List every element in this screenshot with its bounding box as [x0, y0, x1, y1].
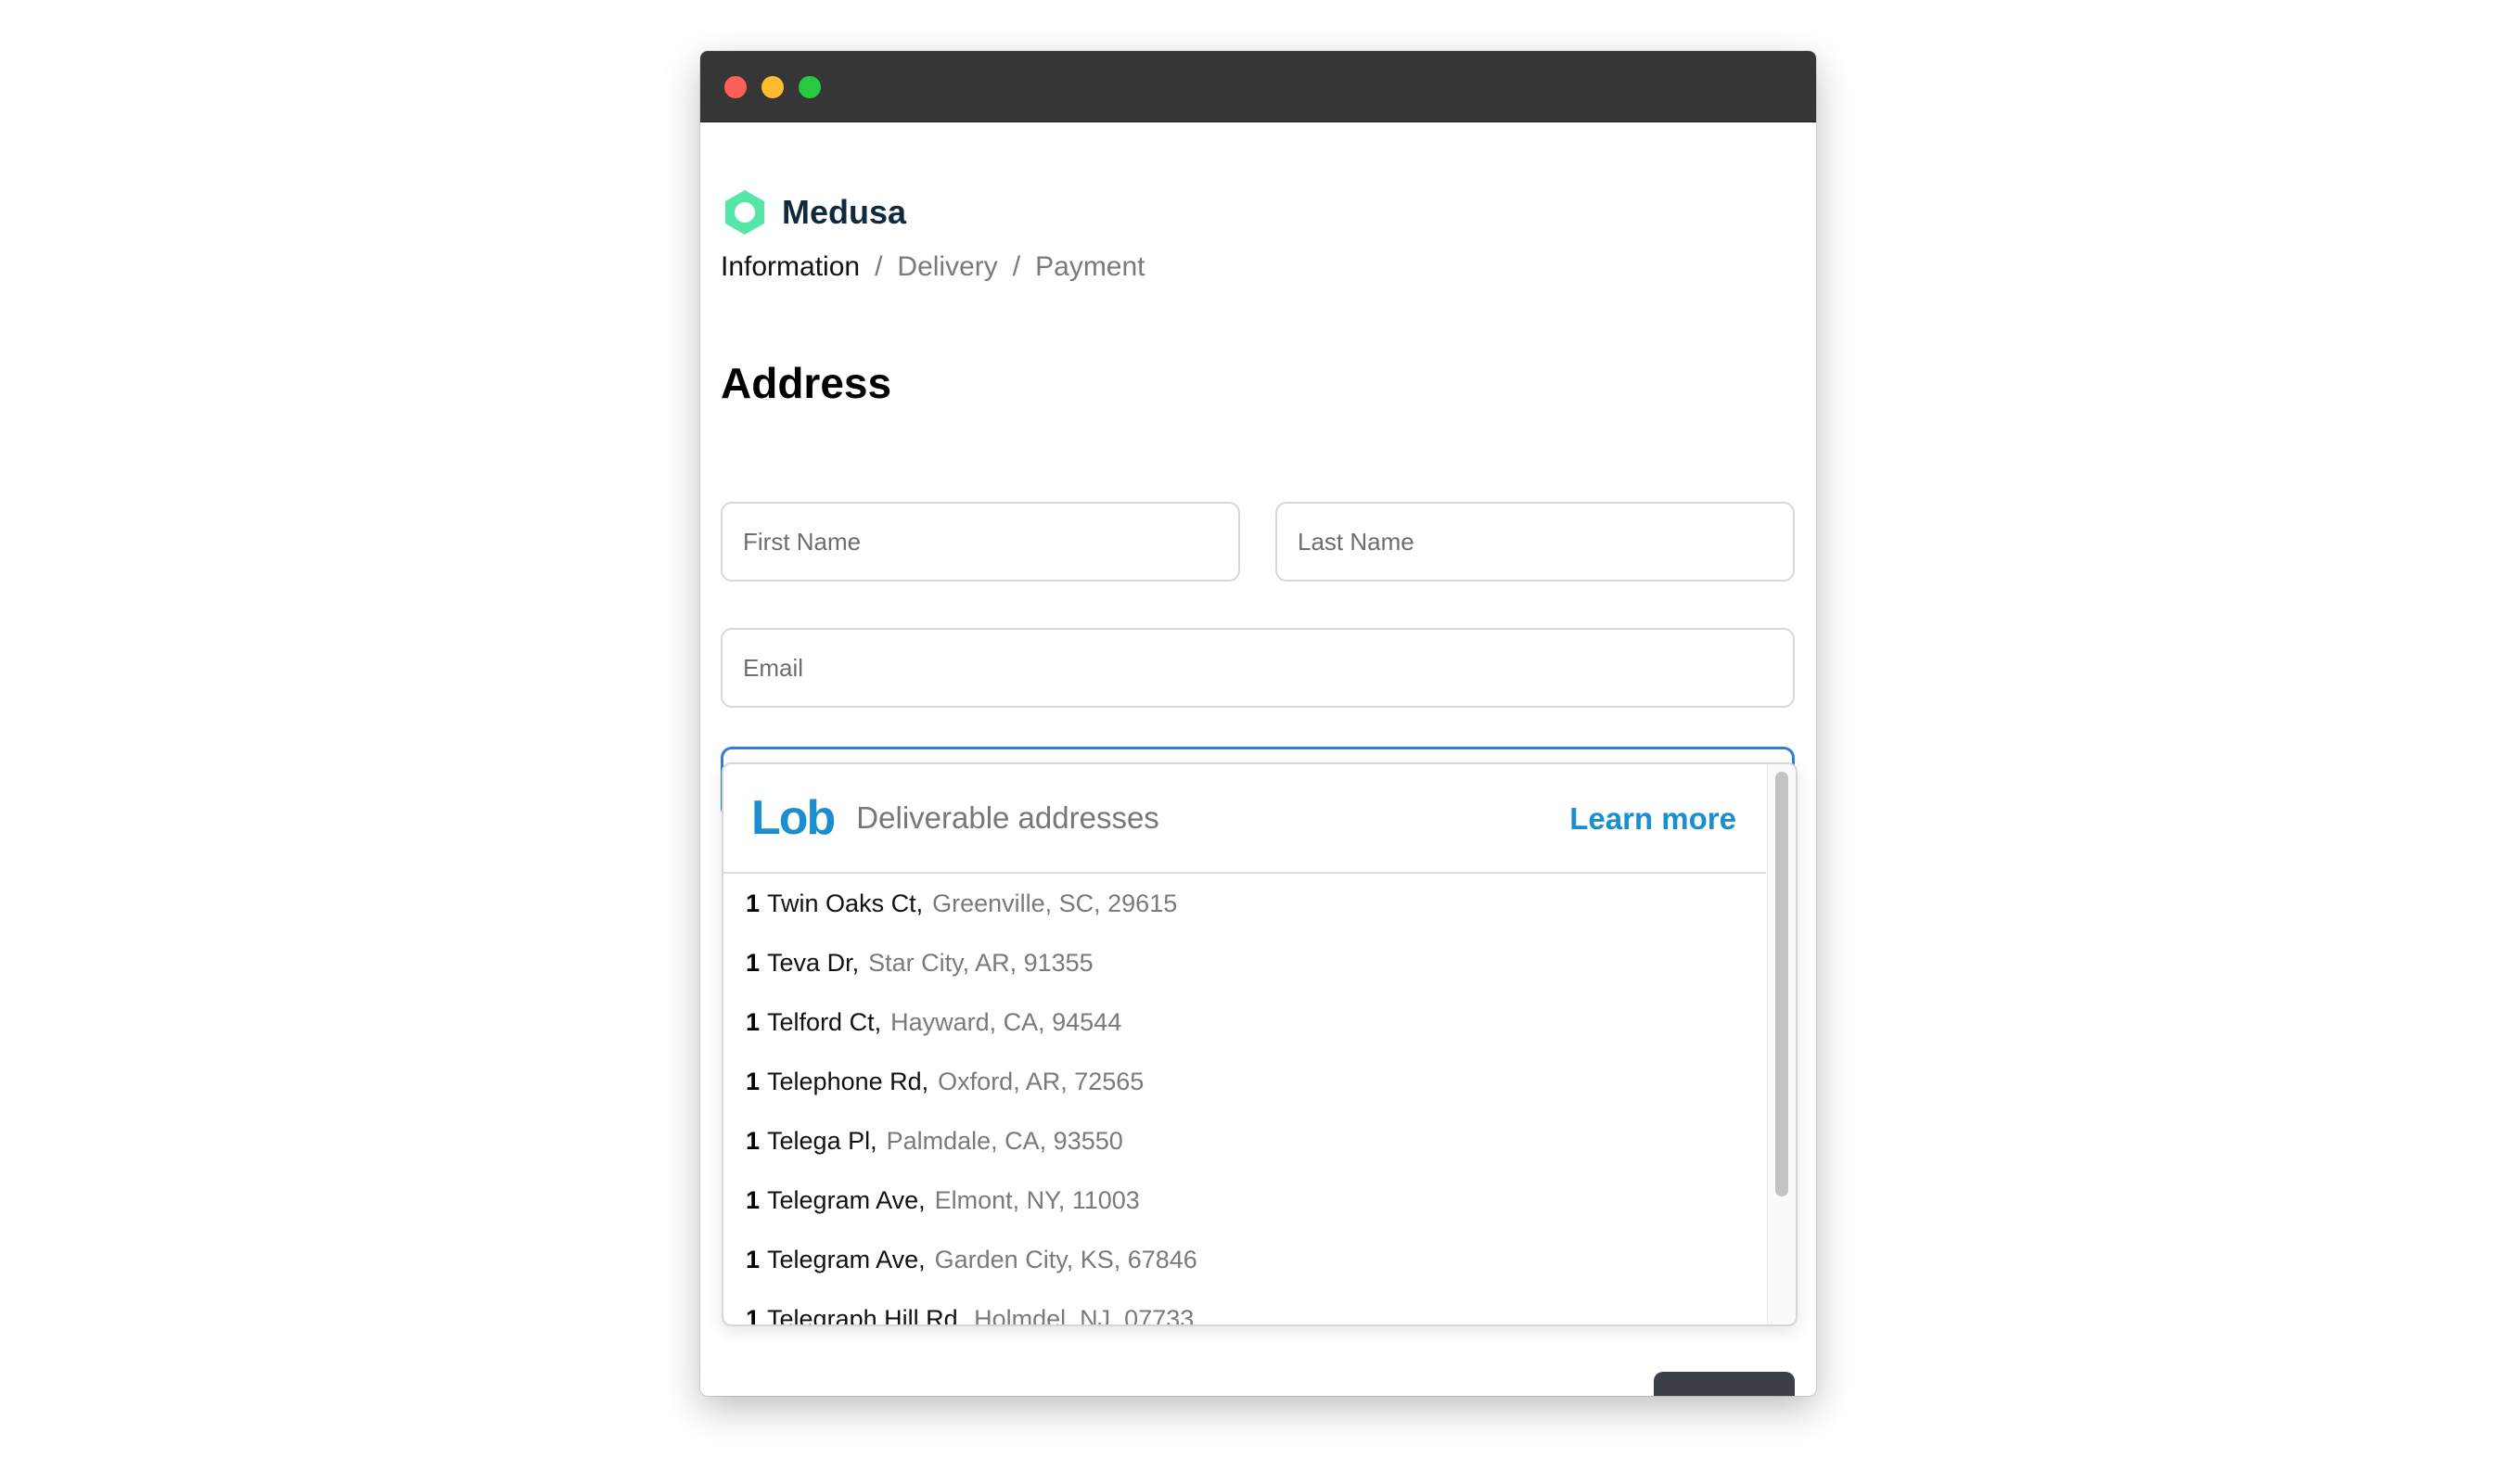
suggestion-street: Telegraph Hill Rd,: [767, 1304, 966, 1326]
last-name-field[interactable]: Last Name: [1275, 502, 1795, 582]
breadcrumb-separator: /: [1012, 251, 1021, 282]
suggestion-number: 1: [746, 1304, 761, 1326]
suggestion-location: Star City, AR, 91355: [868, 948, 1094, 977]
dropdown-header: Lob Deliverable addresses Learn more: [723, 764, 1766, 874]
suggestion-street: Telephone Rd,: [767, 1067, 929, 1095]
suggestion-street: Telegram Ave,: [767, 1185, 926, 1214]
suggestion-number: 1: [746, 889, 761, 917]
suggestion-item[interactable]: 1 Telephone Rd, Oxford, AR, 72565: [723, 1052, 1766, 1111]
suggestion-location: Hayward, CA, 94544: [890, 1007, 1122, 1036]
dropdown-subtitle: Deliverable addresses: [856, 800, 1159, 835]
suggestion-number: 1: [746, 1245, 761, 1273]
dropdown-scrollbar[interactable]: [1767, 764, 1796, 1324]
section-title: Address: [721, 359, 892, 407]
address-suggestions-dropdown: Lob Deliverable addresses Learn more 1 T…: [722, 762, 1798, 1326]
breadcrumb-separator: /: [875, 251, 883, 282]
suggestion-street: Teva Dr,: [767, 948, 860, 977]
first-name-field[interactable]: First Name: [721, 502, 1240, 582]
suggestion-item[interactable]: 1 Telegram Ave, Elmont, NY, 11003: [723, 1171, 1766, 1230]
suggestion-item[interactable]: 1 Twin Oaks Ct, Greenville, SC, 29615: [723, 874, 1766, 933]
next-button[interactable]: Next: [1654, 1372, 1795, 1396]
breadcrumb-payment[interactable]: Payment: [1035, 251, 1145, 283]
breadcrumb: Information / Delivery / Payment: [721, 251, 1145, 283]
suggestion-location: Elmont, NY, 11003: [934, 1185, 1140, 1214]
learn-more-link[interactable]: Learn more: [1569, 801, 1736, 837]
suggestion-item[interactable]: 1 Teva Dr, Star City, AR, 91355: [723, 933, 1766, 992]
suggestion-number: 1: [746, 1126, 761, 1155]
brand: Medusa: [721, 188, 906, 237]
title-bar: [700, 51, 1816, 122]
suggestion-list: 1 Twin Oaks Ct, Greenville, SC, 29615 1 …: [723, 874, 1766, 1326]
suggestion-location: Greenville, SC, 29615: [932, 889, 1178, 917]
suggestion-street: Telegram Ave,: [767, 1245, 926, 1273]
scrollbar-thumb[interactable]: [1775, 772, 1788, 1196]
suggestion-location: Oxford, AR, 72565: [938, 1067, 1145, 1095]
suggestion-location: Holmdel, NJ, 07733: [974, 1304, 1195, 1326]
suggestion-street: Twin Oaks Ct,: [767, 889, 924, 917]
suggestion-item[interactable]: 1 Telegram Ave, Garden City, KS, 67846: [723, 1230, 1766, 1289]
suggestion-number: 1: [746, 1007, 761, 1036]
minimize-window-button[interactable]: [761, 76, 784, 98]
breadcrumb-delivery[interactable]: Delivery: [897, 251, 997, 283]
suggestion-item[interactable]: 1 Telegraph Hill Rd, Holmdel, NJ, 07733: [723, 1289, 1766, 1326]
breadcrumb-information[interactable]: Information: [721, 251, 860, 283]
suggestion-location: Garden City, KS, 67846: [934, 1245, 1197, 1273]
suggestion-street: Telega Pl,: [767, 1126, 877, 1155]
suggestion-street: Telford Ct,: [767, 1007, 882, 1036]
brand-name: Medusa: [782, 193, 907, 231]
lob-logo: Lob: [751, 791, 836, 845]
suggestion-number: 1: [746, 1067, 761, 1095]
maximize-window-button[interactable]: [799, 76, 821, 98]
email-field[interactable]: Email: [721, 628, 1795, 708]
suggestion-item[interactable]: 1 Telford Ct, Hayward, CA, 94544: [723, 992, 1766, 1052]
suggestion-item[interactable]: 1 Telega Pl, Palmdale, CA, 93550: [723, 1111, 1766, 1171]
suggestion-location: Palmdale, CA, 93550: [886, 1126, 1123, 1155]
suggestion-number: 1: [746, 948, 761, 977]
close-window-button[interactable]: [724, 76, 747, 98]
suggestion-number: 1: [746, 1185, 761, 1214]
medusa-logo-icon: [725, 190, 764, 235]
